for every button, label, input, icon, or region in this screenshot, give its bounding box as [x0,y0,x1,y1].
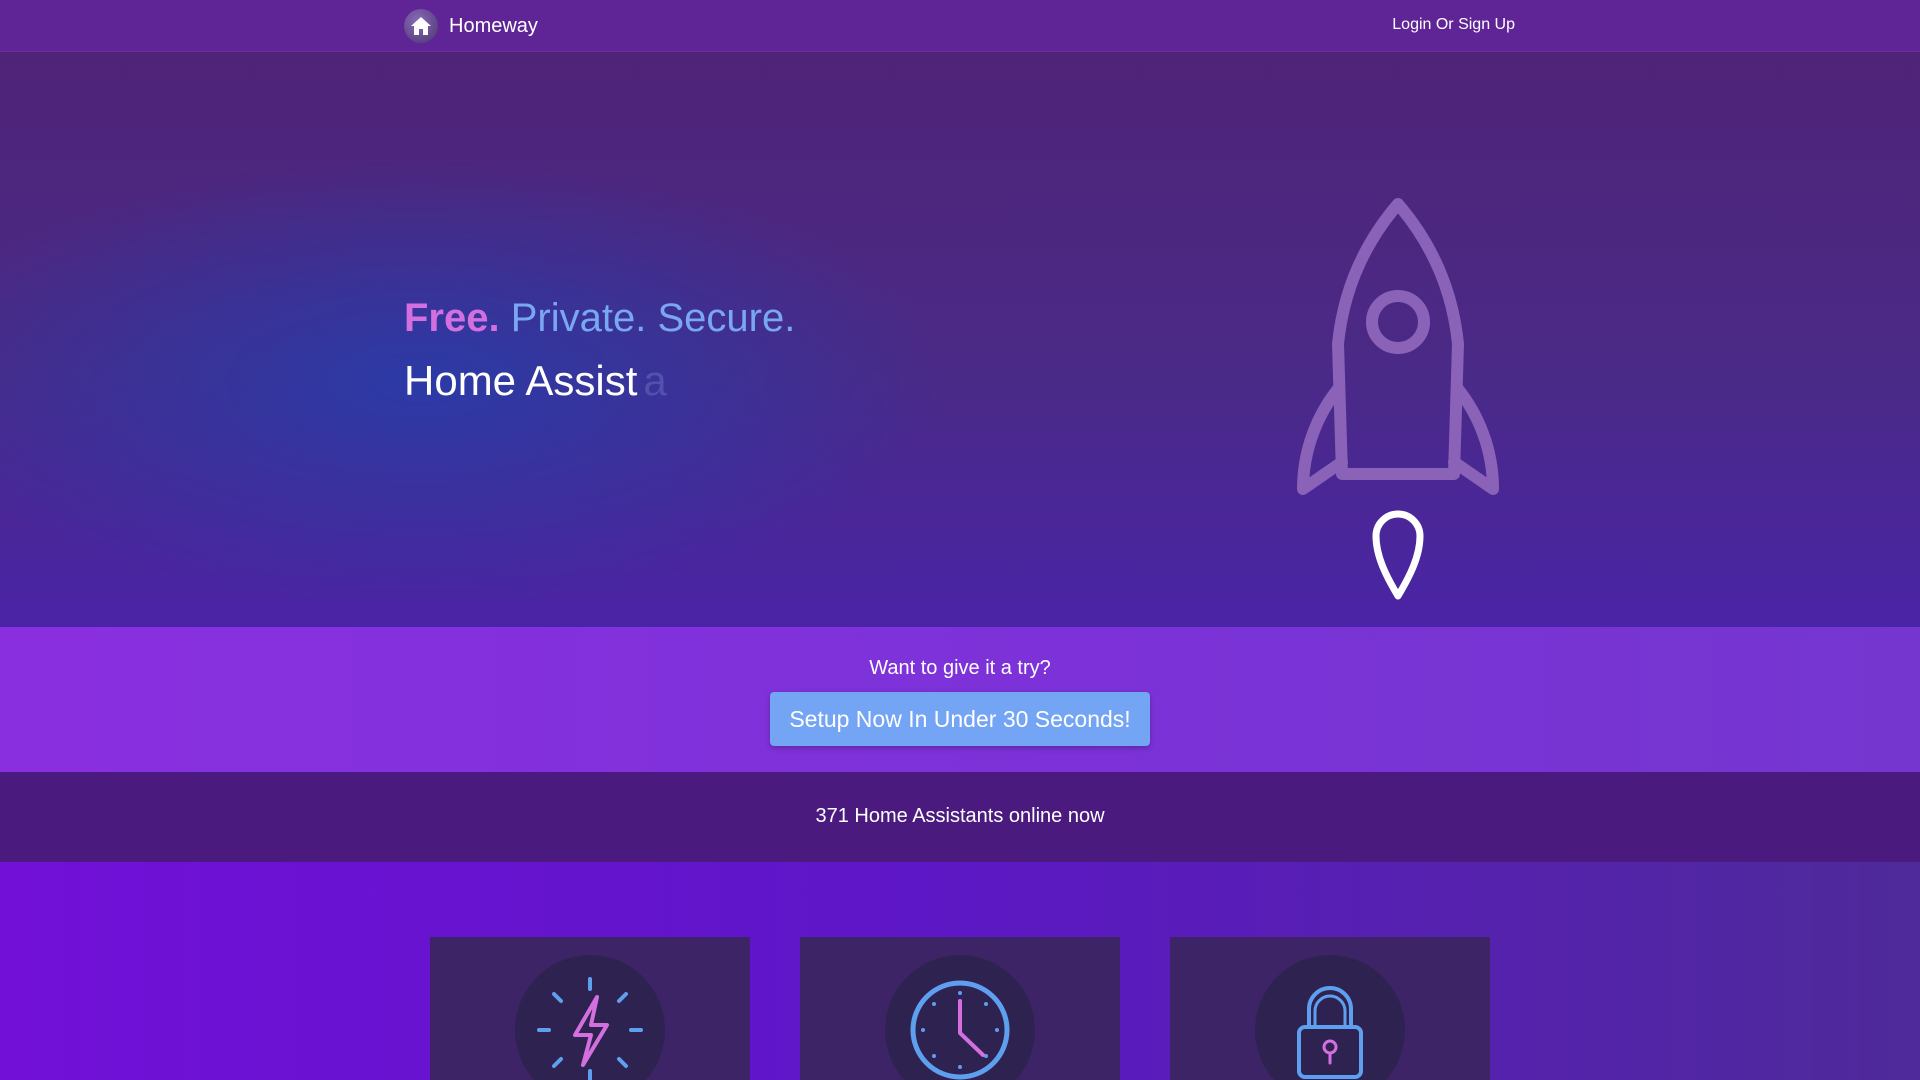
hero-tagline: Free. Private. Secure. [404,296,795,341]
rocket-icon [1297,198,1499,600]
features-section [0,862,1920,1080]
typed-ghost-letter: a [643,357,667,404]
online-count-text: 371 Home Assistants online now [815,805,1105,827]
tagline-private-secure: Private. Secure. [510,296,796,340]
feature-icon-badge [1255,955,1405,1080]
feature-card-speed [430,937,750,1080]
cta-section: Want to give it a try? Setup Now In Unde… [0,627,1920,772]
cta-question: Want to give it a try? [869,657,1051,679]
top-navbar: Homeway Login Or Sign Up [0,0,1920,52]
lightning-icon [537,977,643,1080]
typed-headline: Home Assist a [404,357,667,405]
clock-icon [910,980,1010,1080]
lock-icon [1297,986,1363,1079]
tagline-free: Free. [404,296,500,340]
brand-name: Homeway [449,14,538,37]
feature-icon-badge [885,955,1035,1080]
login-signup-link[interactable]: Login Or Sign Up [1392,16,1515,34]
typed-text: Home Assist [404,357,638,404]
feature-icon-badge [515,955,665,1080]
brand[interactable]: Homeway [404,8,538,44]
hero-section: Free. Private. Secure. Home Assist a [0,52,1920,627]
feature-card-security [1170,937,1490,1080]
online-status-section: 371 Home Assistants online now [0,772,1920,862]
feature-card-time [800,937,1120,1080]
home-logo-icon [404,9,438,43]
setup-now-button[interactable]: Setup Now In Under 30 Seconds! [770,692,1150,746]
